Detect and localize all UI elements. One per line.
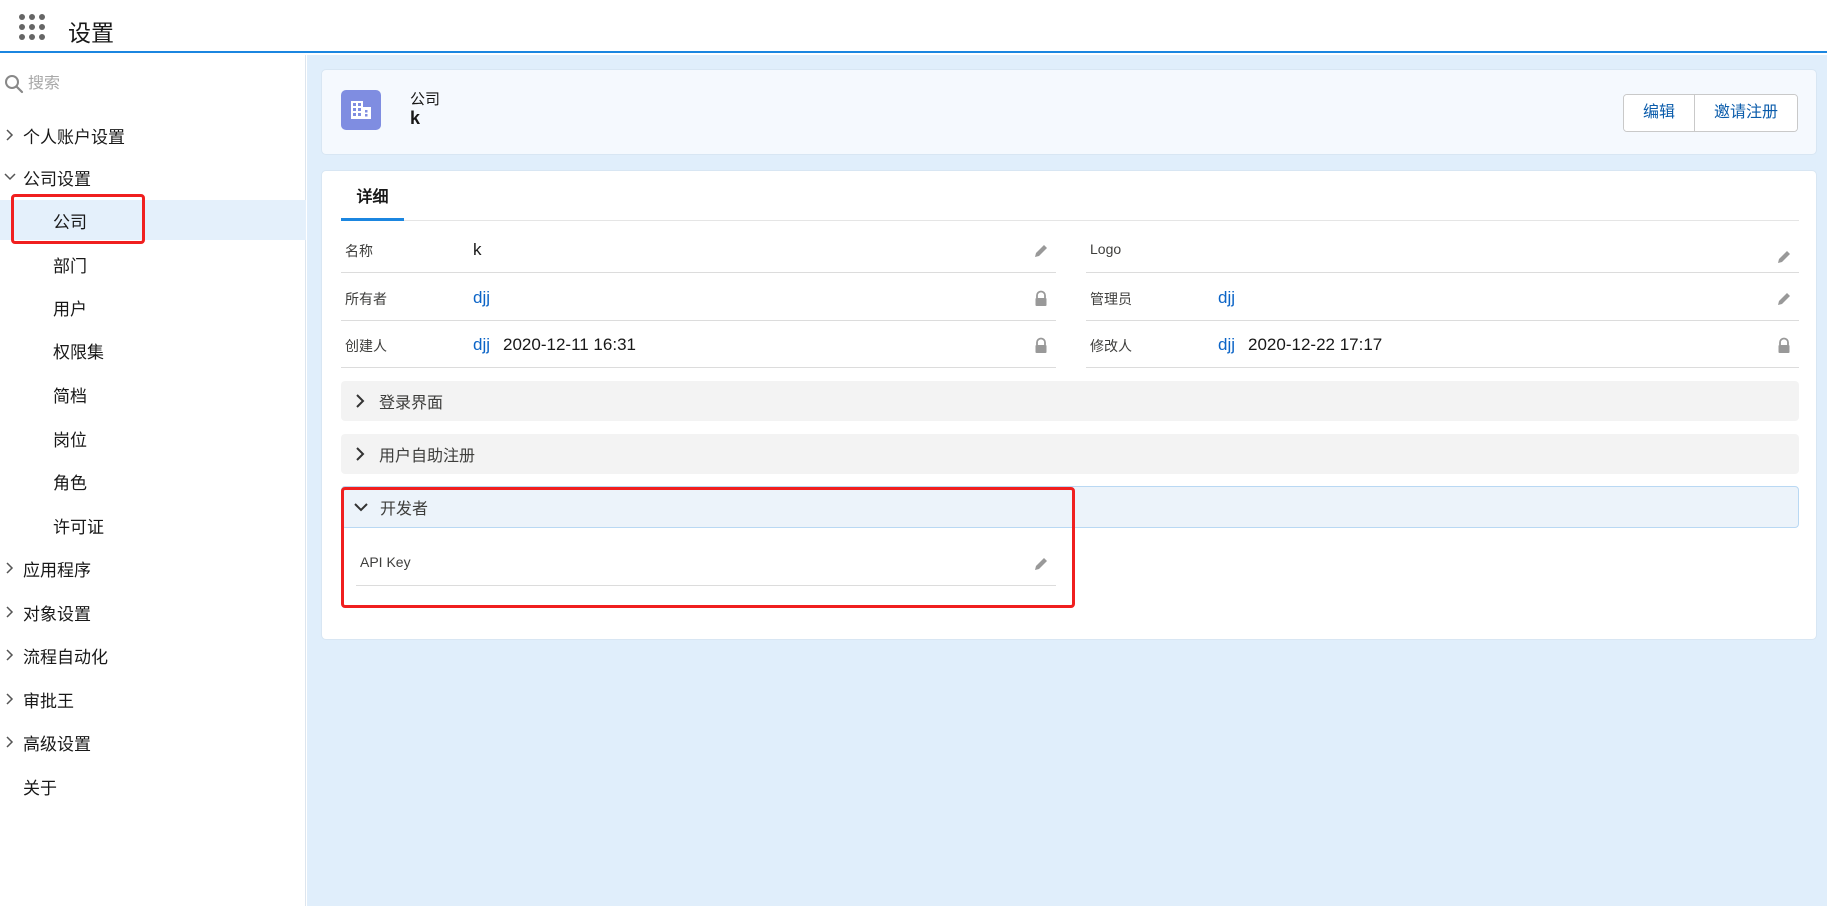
pencil-icon[interactable] <box>1775 248 1793 266</box>
owner-link[interactable]: djj <box>473 288 490 308</box>
field-api-key: API Key <box>356 539 1056 586</box>
sidebar-item-licenses[interactable]: 许可证 <box>0 505 306 545</box>
sidebar-group-label: 应用程序 <box>23 560 91 580</box>
edit-button[interactable]: 编辑 <box>1623 95 1694 131</box>
record-type-label: 公司 <box>410 91 441 108</box>
lock-icon <box>1035 337 1047 353</box>
field-label: Logo <box>1090 241 1122 257</box>
page-title: 设置 <box>68 20 114 46</box>
sidebar-group-label: 流程自动化 <box>23 647 108 667</box>
section-label: 登录界面 <box>379 395 444 412</box>
chevron-right-icon <box>6 693 14 705</box>
field-label: 所有者 <box>345 291 387 307</box>
sidebar-group-label: 审批王 <box>23 691 74 711</box>
sidebar-group-advanced[interactable]: 高级设置 <box>0 722 306 762</box>
search-icon <box>5 75 24 94</box>
chevron-right-icon <box>6 736 14 748</box>
sidebar: 个人账户设置 公司设置 公司 部门 用户 权限集 简档 岗位 角色 许可证 应用… <box>0 55 306 906</box>
sidebar-group-company[interactable]: 公司设置 <box>0 157 306 197</box>
sidebar-group-label: 个人账户设置 <box>23 127 125 147</box>
field-name: 名称 k <box>341 226 1056 273</box>
field-creator: 创建人 djj 2020-12-11 16:31 <box>341 321 1056 368</box>
section-login[interactable]: 登录界面 <box>341 381 1799 421</box>
chevron-right-icon <box>6 606 14 618</box>
record-header: 公司 k 编辑 邀请注册 <box>321 69 1817 155</box>
pencil-icon[interactable] <box>1032 555 1050 573</box>
pencil-icon[interactable] <box>1775 290 1793 308</box>
building-icon <box>341 90 381 130</box>
field-label: 名称 <box>345 243 373 259</box>
sidebar-group-label: 关于 <box>23 778 57 798</box>
sidebar-item-label: 部门 <box>53 256 87 276</box>
chevron-down-icon <box>354 503 368 512</box>
sidebar-group-objects[interactable]: 对象设置 <box>0 592 306 632</box>
sidebar-group-label: 对象设置 <box>23 604 91 624</box>
modifier-link[interactable]: djj <box>1218 335 1235 355</box>
sidebar-item-label: 岗位 <box>53 430 87 450</box>
pencil-icon[interactable] <box>1032 242 1050 260</box>
created-time: 2020-12-11 16:31 <box>503 335 636 354</box>
field-admin: 管理员 djj <box>1086 274 1799 321</box>
sidebar-item-label: 简档 <box>53 386 87 406</box>
field-modifier: 修改人 djj 2020-12-22 17:17 <box>1086 321 1799 368</box>
main-content: 公司 k 编辑 邀请注册 详细 名称 k Logo 所有者 djj 管理员 dj… <box>307 55 1827 906</box>
sidebar-item-label: 用户 <box>53 299 87 319</box>
sidebar-item-label: 权限集 <box>53 342 104 362</box>
app-launcher-icon[interactable] <box>19 14 46 41</box>
sidebar-item-department[interactable]: 部门 <box>0 244 306 284</box>
sidebar-item-label: 公司 <box>53 212 87 232</box>
top-bar: 设置 <box>0 0 1827 53</box>
lock-icon <box>1035 290 1047 306</box>
field-logo: Logo <box>1086 226 1799 273</box>
tab-details[interactable]: 详细 <box>341 171 404 221</box>
section-self-register[interactable]: 用户自助注册 <box>341 434 1799 474</box>
sidebar-item-about[interactable]: 关于 <box>0 766 306 806</box>
lock-icon <box>1778 337 1790 353</box>
sidebar-item-users[interactable]: 用户 <box>0 287 306 327</box>
field-value: k <box>473 240 482 260</box>
field-value: djj <box>473 288 490 308</box>
chevron-right-icon <box>356 447 365 461</box>
header-actions: 编辑 邀请注册 <box>1622 94 1798 132</box>
sidebar-group-label: 高级设置 <box>23 734 91 754</box>
section-label: 开发者 <box>380 501 429 518</box>
invite-register-button[interactable]: 邀请注册 <box>1693 95 1797 131</box>
sidebar-search <box>4 71 294 97</box>
chevron-right-icon <box>356 394 365 408</box>
modified-time: 2020-12-22 17:17 <box>1248 335 1383 354</box>
field-value: djj <box>1218 288 1235 308</box>
sidebar-item-label: 许可证 <box>53 517 104 537</box>
sidebar-item-profiles[interactable]: 简档 <box>0 374 306 414</box>
sidebar-group-label: 公司设置 <box>23 169 91 189</box>
sidebar-group-approval[interactable]: 审批王 <box>0 679 306 719</box>
creator-link[interactable]: djj <box>473 335 490 355</box>
admin-link[interactable]: djj <box>1218 288 1235 308</box>
chevron-right-icon <box>6 129 14 141</box>
field-value: djj 2020-12-11 16:31 <box>473 335 636 355</box>
sidebar-item-label: 角色 <box>53 473 87 493</box>
sidebar-item-permission-sets[interactable]: 权限集 <box>0 330 306 370</box>
search-input[interactable] <box>28 75 278 93</box>
record-name: k <box>410 108 421 128</box>
field-label: 创建人 <box>345 338 387 354</box>
chevron-down-icon <box>4 173 16 181</box>
chevron-right-icon <box>6 649 14 661</box>
sidebar-group-personal[interactable]: 个人账户设置 <box>0 115 306 155</box>
name-value: k <box>473 240 482 259</box>
sidebar-item-positions[interactable]: 岗位 <box>0 418 306 458</box>
tab-bar: 详细 <box>341 171 1799 221</box>
field-value: djj 2020-12-22 17:17 <box>1218 335 1382 355</box>
section-label: 用户自助注册 <box>379 448 476 465</box>
field-label: 修改人 <box>1090 338 1132 354</box>
field-label: API Key <box>360 554 411 570</box>
sidebar-item-company[interactable]: 公司 <box>0 200 306 240</box>
field-owner: 所有者 djj <box>341 274 1056 321</box>
detail-card: 详细 名称 k Logo 所有者 djj 管理员 djj 创建人 djj 202… <box>321 170 1817 640</box>
field-label: 管理员 <box>1090 291 1132 307</box>
sidebar-item-roles[interactable]: 角色 <box>0 461 306 501</box>
sidebar-group-flow[interactable]: 流程自动化 <box>0 635 306 675</box>
chevron-right-icon <box>6 562 14 574</box>
section-developer[interactable]: 开发者 <box>341 486 1799 528</box>
sidebar-group-apps[interactable]: 应用程序 <box>0 548 306 588</box>
